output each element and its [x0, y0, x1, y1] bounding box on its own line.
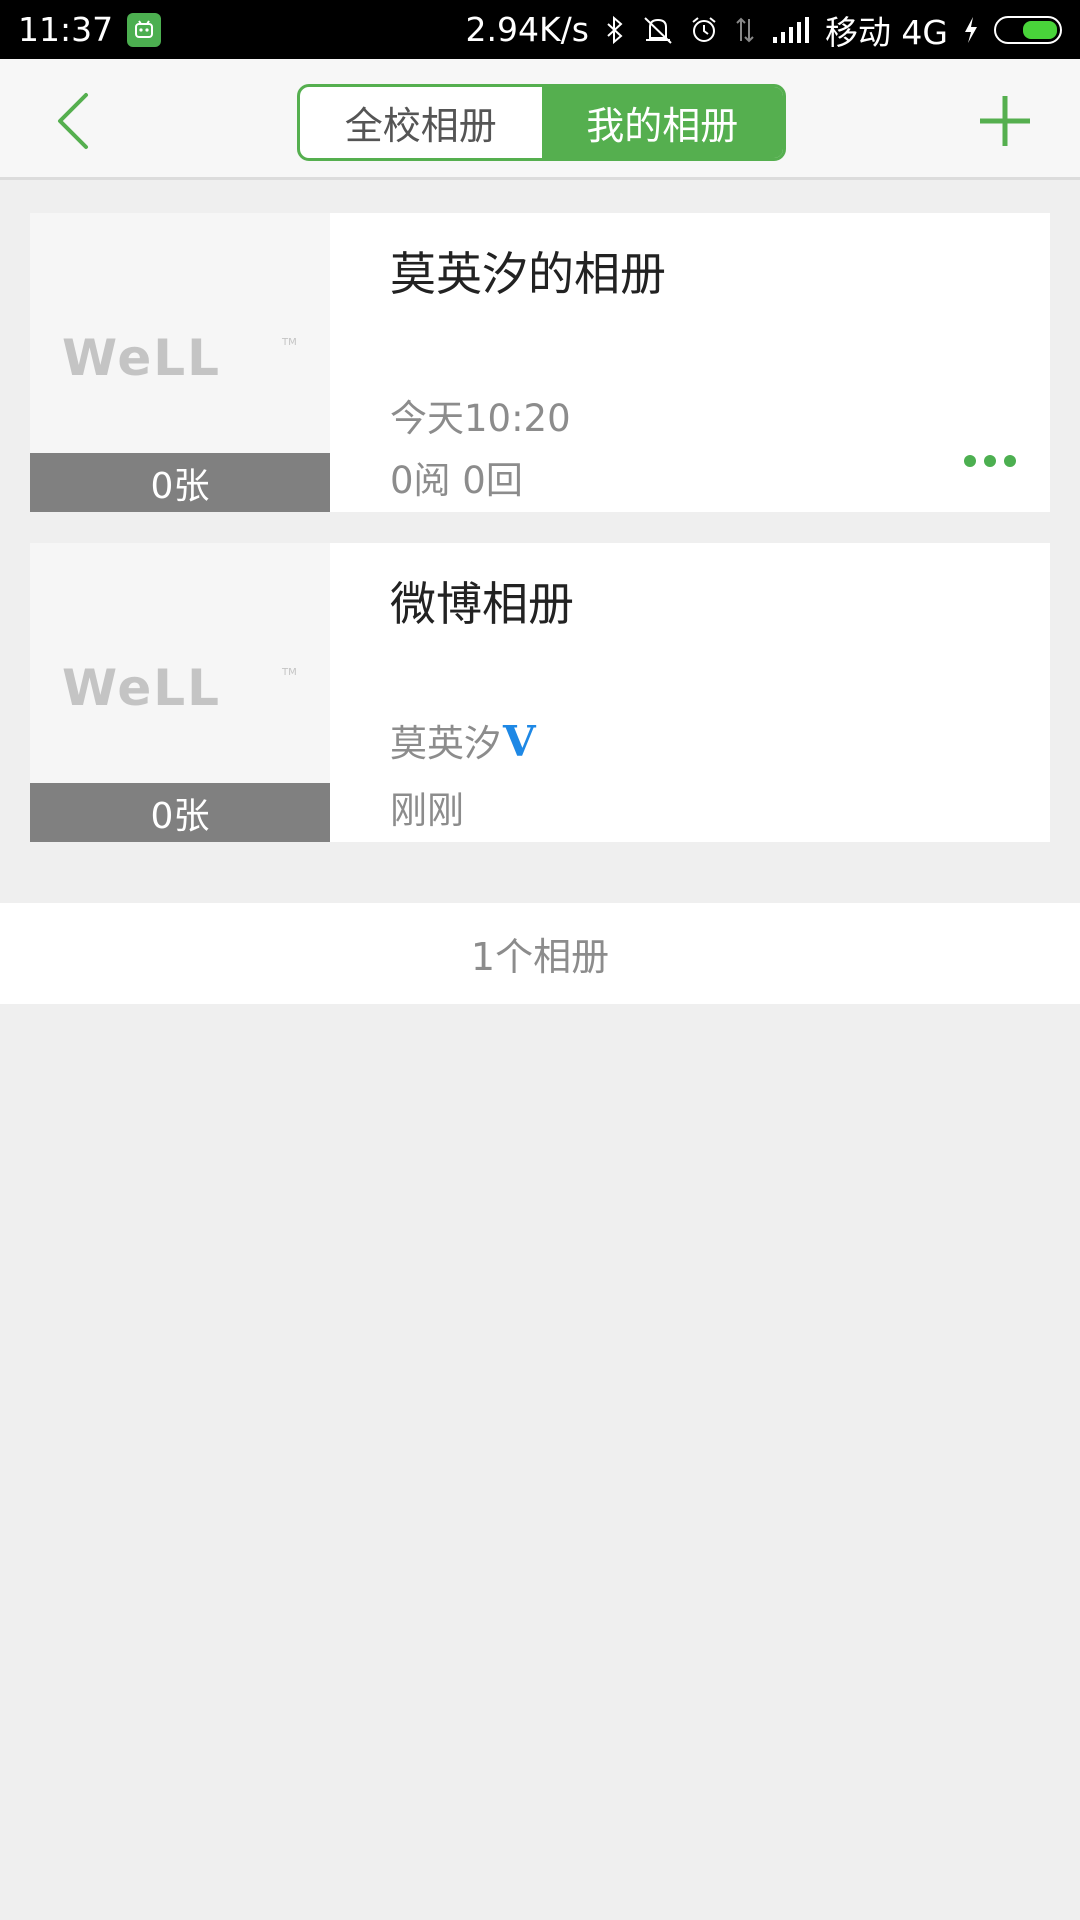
album-title: 莫英汐的相册: [390, 247, 666, 301]
album-owner: 莫英汐V: [390, 713, 536, 767]
status-bar: 11:37 2.94K/s 移动 4G: [0, 0, 1080, 59]
net-speed: 2.94K/s: [465, 10, 589, 49]
photo-count: 0张: [30, 453, 330, 512]
top-nav-bar: 全校相册 我的相册: [0, 59, 1080, 180]
status-time: 11:37: [18, 10, 114, 49]
add-album-button[interactable]: [975, 91, 1035, 151]
signal-icon: [772, 16, 809, 43]
battery-icon: [994, 15, 1062, 44]
svg-text:TM: TM: [281, 337, 297, 348]
svg-text:TM: TM: [281, 667, 297, 678]
vibrate-off-icon: [644, 16, 672, 44]
tab-school-albums[interactable]: 全校相册: [300, 87, 542, 158]
owner-name: 莫英汐: [390, 722, 501, 765]
charging-icon: [965, 16, 977, 43]
album-title: 微博相册: [390, 577, 574, 631]
more-options-icon[interactable]: [964, 453, 1016, 469]
back-button[interactable]: [48, 89, 108, 153]
well-logo: WeLL TM: [62, 661, 297, 713]
verified-badge-icon: V: [503, 717, 536, 766]
bluetooth-icon: [607, 15, 623, 44]
album-card[interactable]: WeLL TM 0张 微博相册 莫英汐V 刚刚: [30, 543, 1050, 842]
carrier-label: 移动 4G: [824, 12, 948, 52]
album-cover: WeLL TM 0张: [30, 543, 330, 842]
photo-count: 0张: [30, 783, 330, 842]
album-time: 刚刚: [390, 789, 464, 832]
notification-app-icon: [127, 12, 162, 47]
data-transfer-icon: [736, 17, 754, 42]
tab-my-albums[interactable]: 我的相册: [541, 87, 783, 158]
album-stats: 0阅 0回: [390, 459, 523, 502]
album-card[interactable]: WeLL TM 0张 莫英汐的相册 今天10:20 0阅 0回: [30, 213, 1050, 512]
album-cover: WeLL TM 0张: [30, 213, 330, 512]
album-time: 今天10:20: [390, 397, 571, 440]
svg-text:WeLL: WeLL: [62, 331, 221, 383]
plus-icon: [980, 96, 1030, 146]
album-count-label: 1个相册: [0, 903, 1080, 1004]
album-scope-tabs: 全校相册 我的相册: [297, 84, 786, 161]
alarm-icon: [692, 16, 716, 42]
svg-text:WeLL: WeLL: [62, 661, 221, 713]
well-logo: WeLL TM: [62, 331, 297, 383]
chevron-left-icon: [58, 93, 88, 149]
